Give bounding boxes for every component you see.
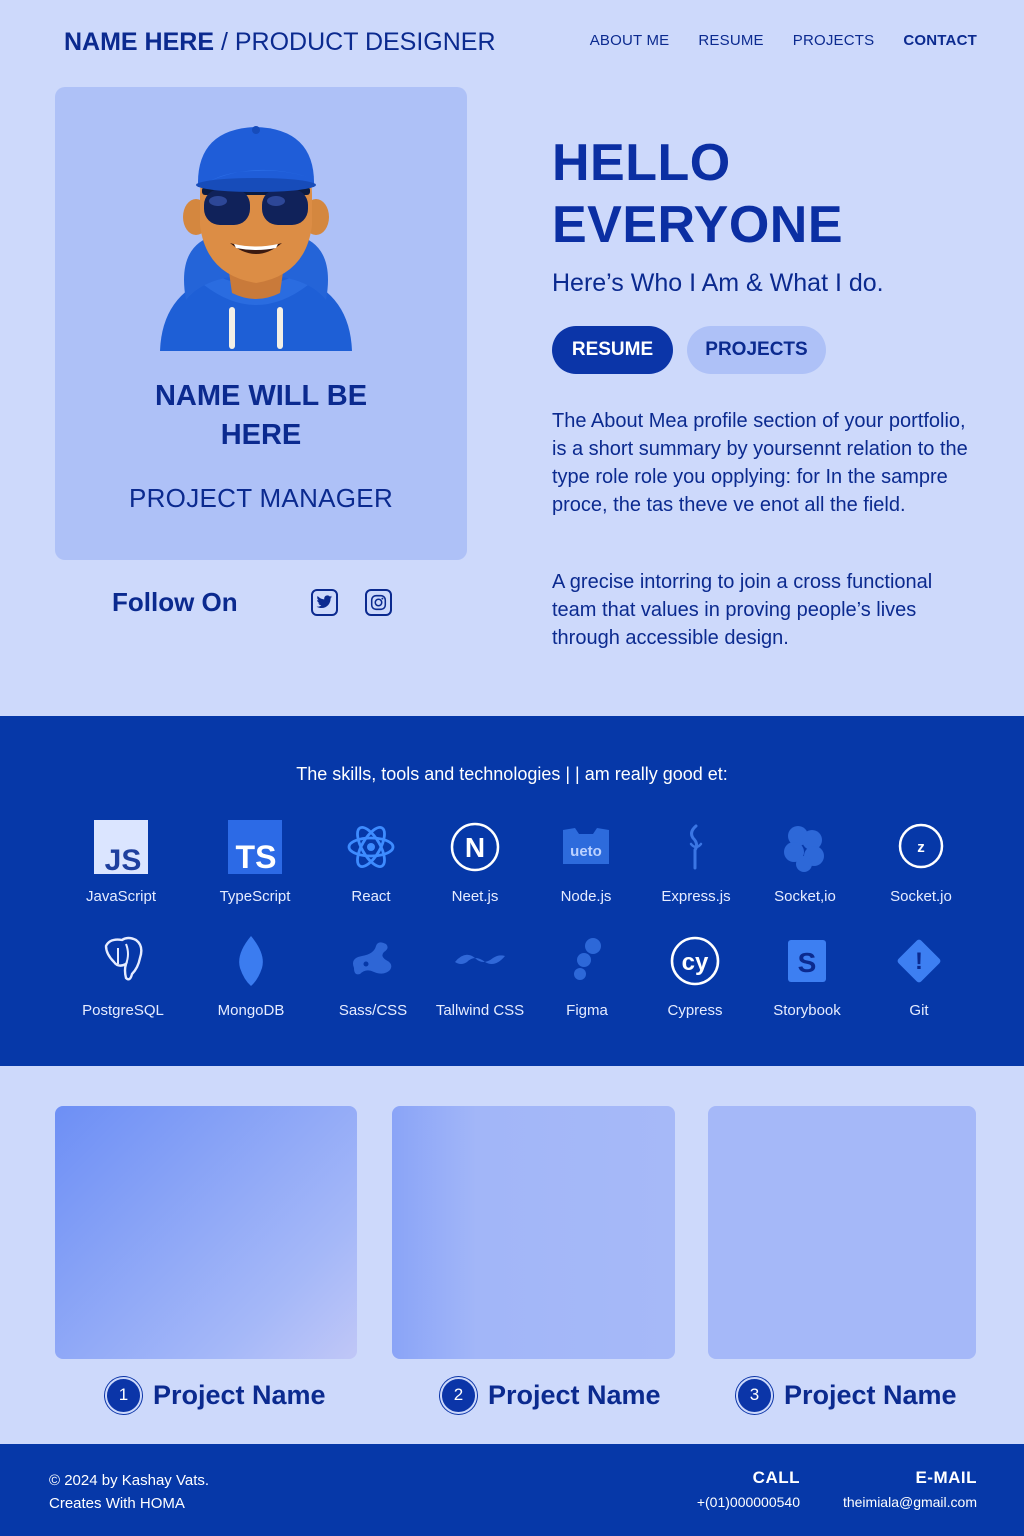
hero-title-line1: HELLO: [552, 134, 731, 192]
call-label: CALL: [752, 1468, 800, 1487]
skill-label: JavaScript: [85, 888, 157, 905]
svg-text:S: S: [798, 947, 817, 978]
storybook-icon: S: [788, 940, 826, 982]
project-3-thumbnail[interactable]: [708, 1106, 976, 1359]
skills-section: The skills, tools and technologies | | a…: [0, 716, 1024, 1066]
mongodb-icon: [239, 936, 263, 986]
credit-line: Creates With HOMA: [49, 1495, 185, 1512]
nodejs-icon-text: ueto: [570, 843, 602, 860]
about-paragraph-1: The About Mea profile section of your po…: [552, 410, 968, 516]
brand[interactable]: NAME HERE / PRODUCT DESIGNER: [64, 28, 496, 57]
project-name: Project Name: [784, 1379, 957, 1410]
project-3-title[interactable]: 3 Project Name: [736, 1375, 957, 1415]
hero-title: HELLO EVERYONE: [552, 132, 843, 256]
project-name: Project Name: [153, 1379, 326, 1410]
skill-label: Storybook: [773, 1002, 841, 1019]
skill-label: Cypress: [667, 1002, 723, 1019]
sass-icon: [353, 942, 392, 975]
cypress-icon: cy: [670, 936, 720, 986]
instagram-icon[interactable]: [365, 589, 392, 616]
phone-link[interactable]: +(01)000000540: [697, 1494, 800, 1510]
avatar: [160, 126, 352, 351]
svg-text:cy: cy: [682, 949, 709, 976]
project-1-thumbnail[interactable]: [55, 1106, 357, 1359]
nav-about-me[interactable]: ABOUT ME: [590, 32, 670, 49]
skill-label: Git: [909, 1002, 929, 1019]
email-label: E-MAIL: [915, 1468, 977, 1487]
project-2-title[interactable]: 2 Project Name: [440, 1375, 661, 1415]
svg-text:!: !: [915, 948, 923, 975]
project-1-title[interactable]: 1 Project Name: [105, 1375, 326, 1415]
footer-email: E-MAIL theimiala@gmail.com: [843, 1468, 977, 1510]
skill-label: TypeScript: [219, 888, 291, 905]
profile-role: PROJECT MANAGER: [128, 483, 394, 513]
top-nav: NAME HERE / PRODUCT DESIGNER ABOUT ME RE…: [0, 0, 1024, 86]
express-icon: [689, 824, 703, 870]
twitter-icon[interactable]: [311, 589, 338, 616]
typescript-icon: TS: [228, 820, 282, 874]
tailwind-icon: [455, 954, 505, 964]
svg-text:TS: TS: [236, 839, 277, 874]
project-2-thumbnail[interactable]: [392, 1106, 675, 1359]
nav-menu: ABOUT ME RESUME PROJECTS CONTACT: [590, 32, 977, 49]
react-icon: [347, 826, 395, 868]
skills-title: The skills, tools and technologies | | a…: [296, 764, 728, 784]
skill-label: Socket.jo: [890, 888, 952, 905]
skill-label: PostgreSQL: [82, 1002, 164, 1019]
profile-card: NAME WILL BE HERE PROJECT MANAGER: [55, 87, 467, 560]
about-paragraph-2: A grecise intorring to join a cross func…: [552, 571, 933, 649]
figma-icon: [574, 938, 601, 980]
project-number-badge: 3: [736, 1376, 773, 1414]
hero-title-line2: EVERYONE: [552, 196, 844, 254]
skill-label: Socket,io: [774, 888, 836, 905]
profile-name-line1: NAME WILL BE: [154, 380, 368, 412]
footer-copyright: © 2024 by Kashay Vats. Creates With HOMA: [49, 1469, 209, 1515]
javascript-icon: JS: [94, 820, 148, 874]
follow-label: Follow On: [112, 587, 238, 617]
nodejs-icon: ueto: [563, 828, 609, 864]
project-number-badge: 2: [440, 1376, 477, 1414]
resume-button[interactable]: RESUME: [552, 326, 673, 374]
copyright-line: © 2024 by Kashay Vats.: [49, 1472, 210, 1489]
brand-role: / PRODUCT DESIGNER: [214, 28, 496, 56]
brand-name: NAME HERE: [64, 28, 215, 56]
nav-projects[interactable]: PROJECTS: [793, 32, 875, 49]
postgresql-icon: [104, 936, 143, 981]
project-number-badge: 1: [105, 1376, 142, 1414]
footer: © 2024 by Kashay Vats. Creates With HOMA…: [0, 1444, 1024, 1536]
nextjs-icon: N: [450, 822, 500, 872]
svg-text:z: z: [917, 839, 925, 856]
projects-button[interactable]: PROJECTS: [687, 326, 826, 374]
email-link[interactable]: theimiala@gmail.com: [843, 1494, 977, 1510]
profile-name: NAME WILL BE HERE: [55, 377, 467, 455]
git-icon: !: [897, 939, 941, 983]
socket-icon: z: [898, 823, 944, 869]
nav-resume[interactable]: RESUME: [698, 32, 763, 49]
profile-name-line2: HERE: [220, 419, 302, 451]
socketio-icon: [784, 826, 824, 872]
hero-tagline: Here’s Who I Am & What I do.: [552, 269, 884, 297]
nav-contact[interactable]: CONTACT: [903, 32, 977, 49]
project-name: Project Name: [488, 1379, 661, 1410]
footer-call: CALL +(01)000000540: [697, 1468, 800, 1510]
svg-text:JS: JS: [105, 844, 142, 874]
svg-text:N: N: [465, 832, 485, 863]
skill-label: MongoDB: [217, 1002, 285, 1019]
